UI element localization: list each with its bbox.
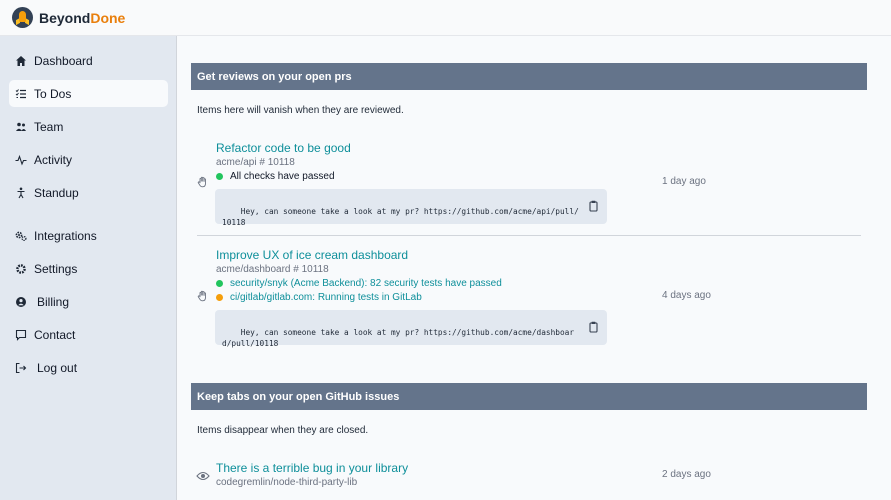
sidebar-item-label: Log out (37, 360, 78, 375)
check-status: All checks have passed (216, 171, 335, 182)
sidebar-item-settings[interactable]: Settings (9, 255, 168, 282)
hand-icon (197, 289, 209, 302)
team-icon (15, 121, 27, 133)
section-description-issues: Items disappear when they are closed. (197, 425, 369, 436)
rocket-logo-icon[interactable] (12, 7, 33, 28)
pr-message-text: Hey, can someone take a look at my pr? h… (222, 207, 579, 227)
standup-icon (15, 187, 27, 199)
sidebar-item-label: Activity (34, 152, 73, 167)
sidebar-item-label: Dashboard (34, 53, 93, 68)
sidebar-item-label: To Dos (34, 86, 72, 101)
section-header-reviews: Get reviews on your open prs (191, 63, 867, 90)
sidebar-item-activity[interactable]: Activity (9, 146, 168, 173)
sidebar-item-label: Settings (34, 261, 78, 276)
pr-message-text: Hey, can someone take a look at my pr? h… (222, 328, 575, 348)
gear-icon (15, 263, 27, 275)
sidebar-item-todos[interactable]: To Dos (9, 80, 168, 107)
eye-icon (196, 469, 210, 481)
copy-icon[interactable] (588, 200, 599, 212)
integrations-icon (15, 230, 27, 242)
sidebar-item-contact[interactable]: Contact (9, 321, 168, 348)
check-status-text: security/snyk (Acme Backend): 82 securit… (230, 278, 502, 289)
sidebar-item-dashboard[interactable]: Dashboard (9, 47, 168, 74)
section-header-issues: Keep tabs on your open GitHub issues (191, 383, 867, 410)
sidebar-item-label: Integrations (34, 228, 97, 243)
pr-message-box: Hey, can someone take a look at my pr? h… (215, 310, 607, 348)
check-status-link[interactable]: ci/gitlab/gitlab.com: Running tests in G… (216, 292, 422, 303)
pr-repo: acme/api # 10118 (216, 157, 295, 168)
copy-icon[interactable] (588, 321, 599, 333)
activity-icon (15, 154, 27, 166)
top-bar: BeyondDone (0, 0, 891, 36)
issue-timestamp: 2 days ago (662, 469, 711, 480)
sidebar-item-label: Billing (37, 294, 70, 309)
pr-repo: acme/dashboard # 10118 (216, 264, 329, 275)
sidebar-item-integrations[interactable]: Integrations (9, 222, 168, 249)
pr-title-link[interactable]: Improve UX of ice cream dashboard (216, 248, 408, 262)
check-status-text: All checks have passed (230, 171, 335, 182)
user-circle-icon (15, 296, 27, 308)
check-status-link[interactable]: security/snyk (Acme Backend): 82 securit… (216, 278, 502, 289)
pending-dot-icon (216, 294, 223, 301)
checklist-icon (15, 88, 27, 100)
sidebar-item-logout[interactable]: Log out (9, 354, 168, 381)
success-dot-icon (216, 173, 223, 180)
sidebar-item-billing[interactable]: Billing (9, 288, 168, 315)
divider (197, 235, 861, 236)
chat-icon (15, 329, 27, 341)
brand-name[interactable]: BeyondDone (39, 10, 125, 26)
issue-repo: codegremlin/node-third-party-lib (216, 477, 358, 488)
main-content: Get reviews on your open prs Items here … (177, 36, 891, 500)
sidebar-item-team[interactable]: Team (9, 113, 168, 140)
logout-icon (15, 362, 27, 374)
pr-title-link[interactable]: Refactor code to be good (216, 141, 351, 155)
section-description-reviews: Items here will vanish when they are rev… (197, 105, 404, 116)
pr-message-box: Hey, can someone take a look at my pr? h… (215, 189, 607, 227)
issue-title-link[interactable]: There is a terrible bug in your library (216, 461, 408, 475)
sidebar-item-label: Standup (34, 185, 79, 200)
pr-timestamp: 1 day ago (662, 176, 706, 187)
home-icon (15, 55, 27, 67)
brand-name-part2: Done (90, 9, 126, 26)
sidebar-item-label: Contact (34, 327, 76, 342)
pr-timestamp: 4 days ago (662, 290, 711, 301)
sidebar-item-standup[interactable]: Standup (9, 179, 168, 206)
hand-icon (197, 175, 209, 188)
check-status-text: ci/gitlab/gitlab.com: Running tests in G… (230, 292, 422, 303)
sidebar: Dashboard To Dos Team Activity Standup I… (0, 36, 177, 500)
brand-name-part1: Beyond (39, 9, 91, 26)
sidebar-item-label: Team (34, 119, 64, 134)
success-dot-icon (216, 280, 223, 287)
